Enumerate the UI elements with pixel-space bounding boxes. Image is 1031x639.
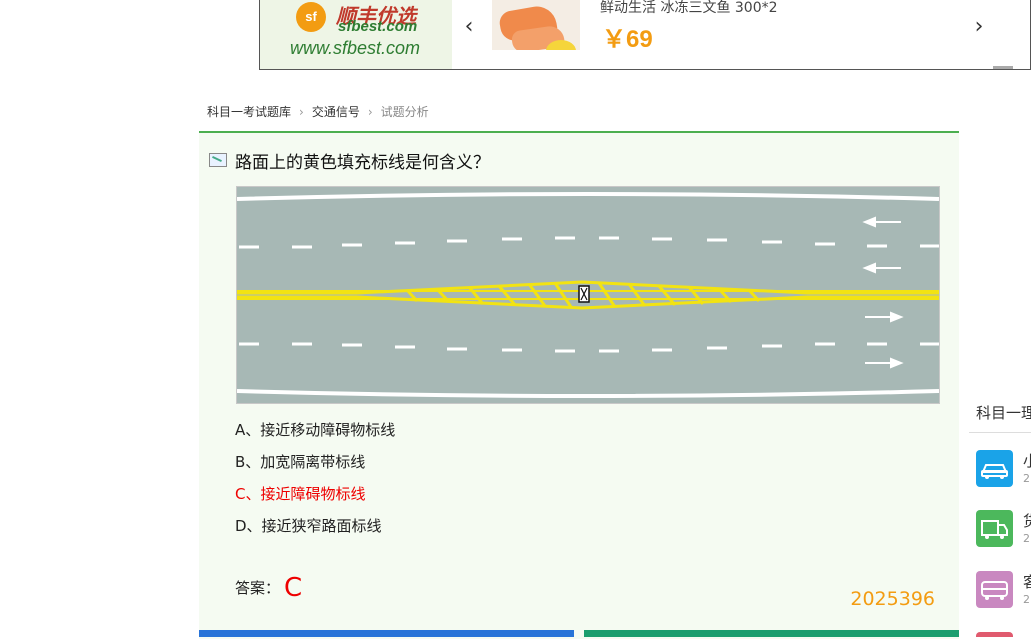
prev-question-button[interactable]: [199, 630, 574, 637]
sidebar-item-truck[interactable]: 货 2: [976, 510, 1031, 550]
salmon-product-image[interactable]: [492, 0, 580, 69]
sidebar-item-next-icon[interactable]: [976, 632, 1013, 637]
truck-icon: [976, 510, 1013, 547]
question-text: 路面上的黄色填充标线是何含义？: [235, 153, 490, 173]
sidebar-item-count: 2: [1023, 472, 1030, 485]
ad-banner[interactable]: sf 顺丰优选 sfbest.com www.sfbest.com ‹ 鲜动生活…: [259, 0, 1031, 70]
sidebar-divider: [969, 432, 1031, 433]
breadcrumb-item-question-bank[interactable]: 科目一考试题库: [207, 105, 291, 119]
breadcrumb-item-traffic-signals[interactable]: 交通信号: [312, 105, 360, 119]
answer-label: 答案：: [235, 579, 281, 597]
option-c[interactable]: C、接近障碍物标线: [235, 483, 365, 504]
sidebar-item-count: 2: [1023, 532, 1030, 545]
ad-product-title[interactable]: 鲜动生活 冰冻三文鱼 300*2: [600, 0, 778, 17]
ad-price: ￥69: [602, 26, 653, 53]
ad-next-chevron-icon[interactable]: ›: [969, 14, 989, 39]
answer-value: C: [284, 573, 303, 603]
ad-carousel-dots[interactable]: [993, 55, 1030, 69]
breadcrumb-item-current: 试题分析: [380, 105, 429, 119]
sfbest-logo[interactable]: sf 顺丰优选 sfbest.com www.sfbest.com: [260, 0, 452, 69]
sf-logo-mark: sf: [296, 2, 326, 32]
sidebar-title: 科目一理: [976, 404, 1031, 422]
question-panel: 路面上的黄色填充标线是何含义？ A、接近移动障碍物标线 B、加宽隔离带标线 C、…: [199, 131, 959, 639]
brand-domain: sfbest.com: [338, 18, 418, 35]
option-b[interactable]: B、加宽隔离带标线: [235, 451, 365, 472]
brand-url: www.sfbest.com: [290, 38, 421, 58]
answer-row: 答案： C: [235, 573, 302, 603]
bus-icon: [976, 571, 1013, 608]
sidebar-item-name: 货: [1023, 512, 1031, 530]
sidebar-item-bus[interactable]: 客 2: [976, 571, 1031, 611]
question-icon: [209, 153, 227, 167]
breadcrumb-separator: ›: [367, 105, 373, 119]
sidebar-item-car[interactable]: 小 2: [976, 450, 1031, 490]
next-question-button[interactable]: [584, 630, 959, 637]
road-marking-diagram: [236, 186, 940, 404]
breadcrumb: 科目一考试题库 › 交通信号 › 试题分析: [207, 103, 429, 120]
ad-prev-chevron-icon[interactable]: ‹: [459, 14, 479, 39]
sidebar-item-count: 2: [1023, 593, 1030, 606]
breadcrumb-separator: ›: [299, 105, 304, 119]
option-d[interactable]: D、接近狭窄路面标线: [235, 515, 382, 536]
sidebar-item-name: 客: [1023, 573, 1031, 591]
sidebar-item-name: 小: [1023, 452, 1031, 470]
question-id: 2025396: [850, 588, 935, 610]
car-icon: [976, 450, 1013, 487]
option-a[interactable]: A、接近移动障碍物标线: [235, 419, 395, 440]
